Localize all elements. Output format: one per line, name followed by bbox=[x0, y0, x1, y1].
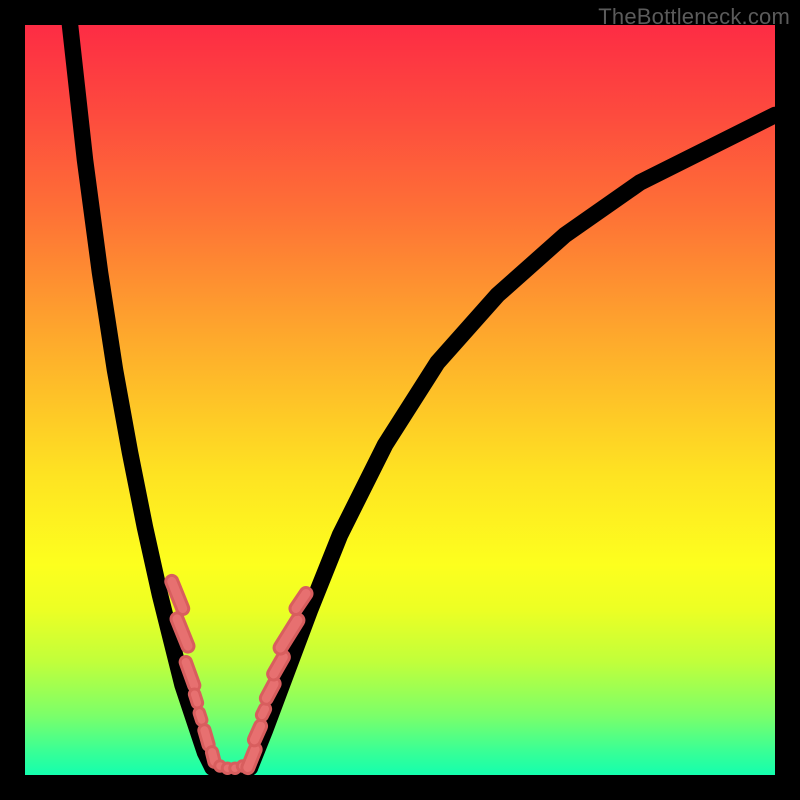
curve-right-branch bbox=[250, 115, 775, 768]
plot-area bbox=[25, 25, 775, 775]
chart-frame: TheBottleneck.com bbox=[0, 0, 800, 800]
curve-layer bbox=[25, 25, 775, 775]
curve-left-branch bbox=[70, 25, 213, 768]
